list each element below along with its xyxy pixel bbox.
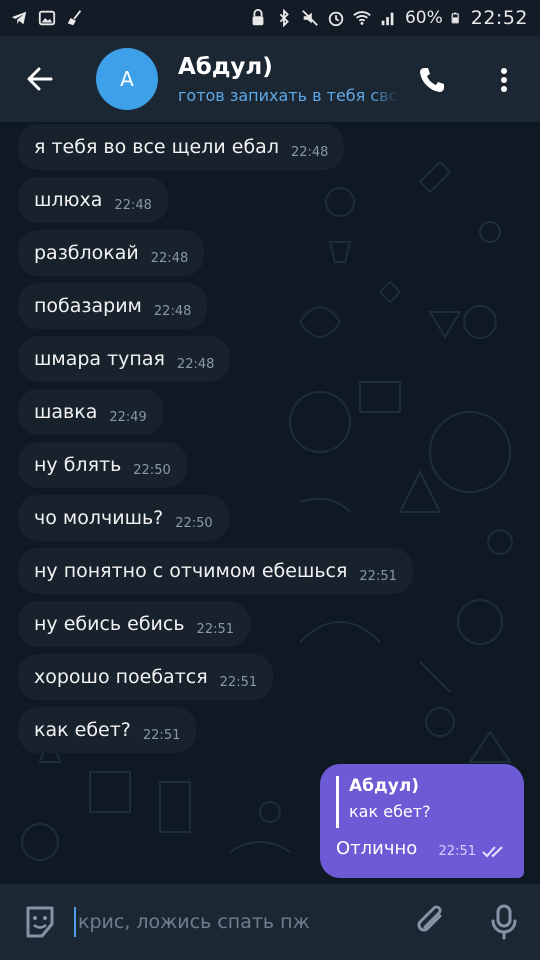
message-text: шавка: [34, 401, 98, 423]
emoji-button[interactable]: [20, 902, 60, 942]
double-check-icon: [482, 845, 503, 857]
incoming-message[interactable]: я тебя во все щели ебал 22:48: [18, 124, 345, 170]
message-time: 22:48: [290, 144, 329, 160]
arrow-back-icon: [27, 67, 53, 91]
message-time: 22:48: [176, 356, 215, 372]
paperclip-icon: [417, 905, 442, 932]
telegram-notification-icon: [11, 11, 27, 25]
battery-percent: 60%: [404, 8, 443, 28]
incoming-message[interactable]: ну понятно с отчимом ебешься 22:51: [18, 548, 413, 594]
reply-name: Абдул): [349, 776, 420, 796]
mute-icon: [302, 10, 318, 26]
chat-area[interactable]: я тебя во все щели ебал 22:48 шлюха 22:4…: [0, 122, 540, 884]
message-text: как ебет?: [34, 719, 131, 741]
incoming-message[interactable]: хорошо поебатся 22:51: [18, 654, 274, 700]
sticker-icon: [26, 906, 54, 938]
message-text: чо молчишь?: [34, 507, 164, 529]
attach-button[interactable]: [412, 902, 452, 942]
message-time: 22:51: [196, 621, 235, 637]
incoming-message[interactable]: побазарим 22:48: [18, 283, 208, 329]
message-time: 22:51: [219, 674, 258, 690]
status-bar: 60% 22:52: [0, 0, 540, 36]
incoming-message[interactable]: как ебет? 22:51: [18, 707, 197, 753]
reply-quote[interactable]: Абдул) как ебет?: [336, 776, 508, 828]
incoming-message[interactable]: ну ебись ебись 22:51: [18, 601, 251, 647]
incoming-message[interactable]: шлюха 22:48: [18, 177, 168, 223]
chat-title-block[interactable]: Абдул) готов запихать в тебя свой: [178, 54, 398, 105]
bluetooth-icon: [279, 9, 289, 27]
incoming-message[interactable]: ну блять 22:50: [18, 442, 187, 488]
status-right: 60% 22:52: [249, 7, 528, 29]
message-text: Отлично: [336, 838, 418, 859]
message-text: я тебя во все щели ебал: [34, 136, 279, 158]
voice-button[interactable]: [484, 902, 524, 942]
message-text: побазарим: [34, 295, 142, 317]
outgoing-message[interactable]: Абдул) как ебет? Отлично 22:51: [320, 764, 524, 878]
message-time: 22:48: [153, 303, 192, 319]
reply-text: как ебет?: [349, 802, 431, 821]
microphone-icon: [491, 904, 517, 940]
alarm-icon: [328, 11, 344, 27]
incoming-message[interactable]: разблокай 22:48: [18, 230, 205, 276]
incoming-message[interactable]: шавка 22:49: [18, 389, 163, 435]
chat-status: готов запихать в тебя свой: [178, 85, 398, 105]
message-time: 22:51: [438, 844, 476, 859]
message-input-bar: крис, ложись спать пж: [0, 884, 540, 960]
message-text: шмара тупая: [34, 348, 165, 370]
battery-icon: [451, 12, 459, 24]
message-time: 22:50: [175, 515, 213, 531]
outgoing-row: Отлично 22:51: [336, 838, 508, 859]
message-text: ну понятно с отчимом ебешься: [34, 560, 348, 582]
message-time: 22:51: [359, 568, 397, 584]
more-vertical-icon: [501, 68, 507, 92]
incoming-message[interactable]: шмара тупая 22:48: [18, 336, 231, 382]
call-button[interactable]: [410, 58, 454, 102]
message-input-text: крис, ложись спать пж: [78, 911, 310, 933]
chat-name: Абдул): [178, 53, 273, 80]
message-time: 22:48: [150, 250, 189, 266]
message-text: ну ебись ебись: [34, 613, 185, 635]
back-button[interactable]: [0, 36, 80, 122]
message-input[interactable]: крис, ложись спать пж: [74, 902, 394, 942]
wifi-icon: [353, 11, 371, 25]
status-left: [10, 9, 84, 27]
message-time: 22:51: [142, 727, 181, 743]
avatar[interactable]: A: [96, 48, 158, 110]
message-text: шлюха: [34, 189, 103, 211]
message-time: 22:50: [133, 462, 171, 478]
incoming-message[interactable]: чо молчишь? 22:50: [18, 495, 229, 541]
text-caret: [74, 907, 76, 937]
signal-icon: [381, 12, 394, 26]
lock-status-icon: [252, 9, 264, 26]
message-time: 22:48: [114, 197, 152, 213]
gallery-notification-icon: [38, 10, 56, 26]
more-menu-button[interactable]: [482, 58, 526, 102]
message-text: разблокай: [34, 242, 139, 264]
message-time: 22:49: [109, 409, 147, 425]
phone-icon: [420, 68, 444, 92]
message-meta: 22:51: [439, 844, 508, 859]
broom-notification-icon: [67, 10, 82, 26]
message-text: ну блять: [34, 454, 122, 476]
message-text: хорошо поебатся: [34, 666, 208, 688]
status-clock: 22:52: [470, 7, 528, 29]
chat-header: A Абдул) готов запихать в тебя свой: [0, 36, 540, 122]
